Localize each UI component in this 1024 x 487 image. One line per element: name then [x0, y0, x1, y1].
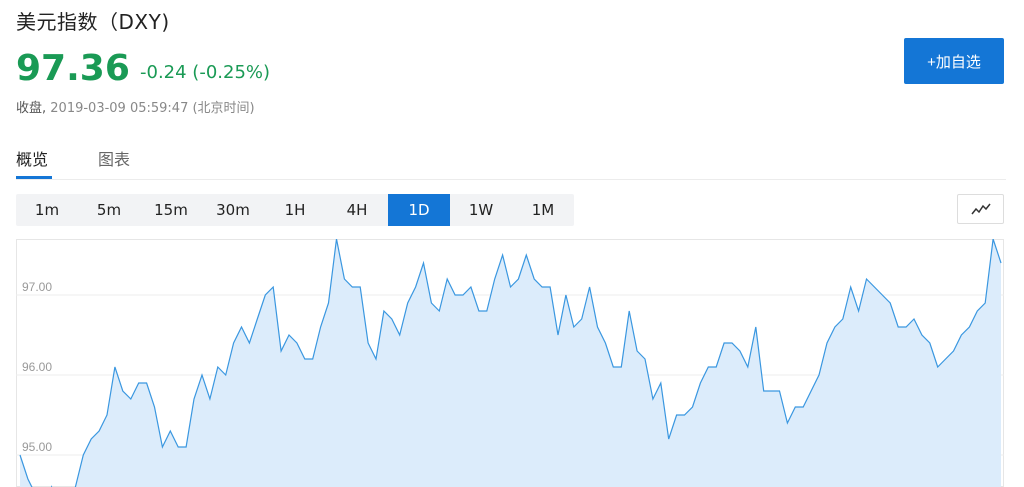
tab-overview[interactable]: 概览	[16, 146, 48, 170]
price-area	[20, 239, 1001, 487]
chart-type-button[interactable]	[957, 194, 1004, 224]
interval-1mo[interactable]: 1M	[512, 194, 574, 226]
interval-5m[interactable]: 5m	[78, 194, 140, 226]
close-info: 收盘, 2019-03-09 05:59:47 (北京时间)	[16, 97, 255, 116]
y-tick-label: 96.00	[22, 360, 52, 374]
close-timestamp: 2019-03-09 05:59:47 (北京时间)	[50, 101, 255, 116]
active-tab-indicator	[16, 176, 52, 179]
interval-30m[interactable]: 30m	[202, 194, 264, 226]
interval-4h[interactable]: 4H	[326, 194, 388, 226]
add-to-watchlist-button[interactable]: +加自选	[904, 38, 1004, 84]
interval-1d[interactable]: 1D	[388, 194, 450, 226]
close-label: 收盘,	[16, 101, 47, 116]
y-tick-label: 95.00	[22, 440, 52, 454]
price-chart[interactable]: 97.00 96.00 95.00	[16, 239, 1004, 487]
interval-1w[interactable]: 1W	[450, 194, 512, 226]
y-tick-label: 97.00	[22, 280, 52, 294]
tab-chart[interactable]: 图表	[98, 146, 130, 170]
interval-15m[interactable]: 15m	[140, 194, 202, 226]
tab-bar: 概览 图表	[16, 138, 1006, 180]
page-title: 美元指数（DXY)	[16, 10, 170, 34]
interval-1m[interactable]: 1m	[16, 194, 78, 226]
current-price: 97.36	[16, 48, 130, 89]
price-change: -0.24 (-0.25%)	[140, 62, 271, 83]
line-chart-icon	[970, 203, 991, 215]
interval-selector: 1m 5m 15m 30m 1H 4H 1D 1W 1M	[16, 194, 574, 226]
interval-1h[interactable]: 1H	[264, 194, 326, 226]
